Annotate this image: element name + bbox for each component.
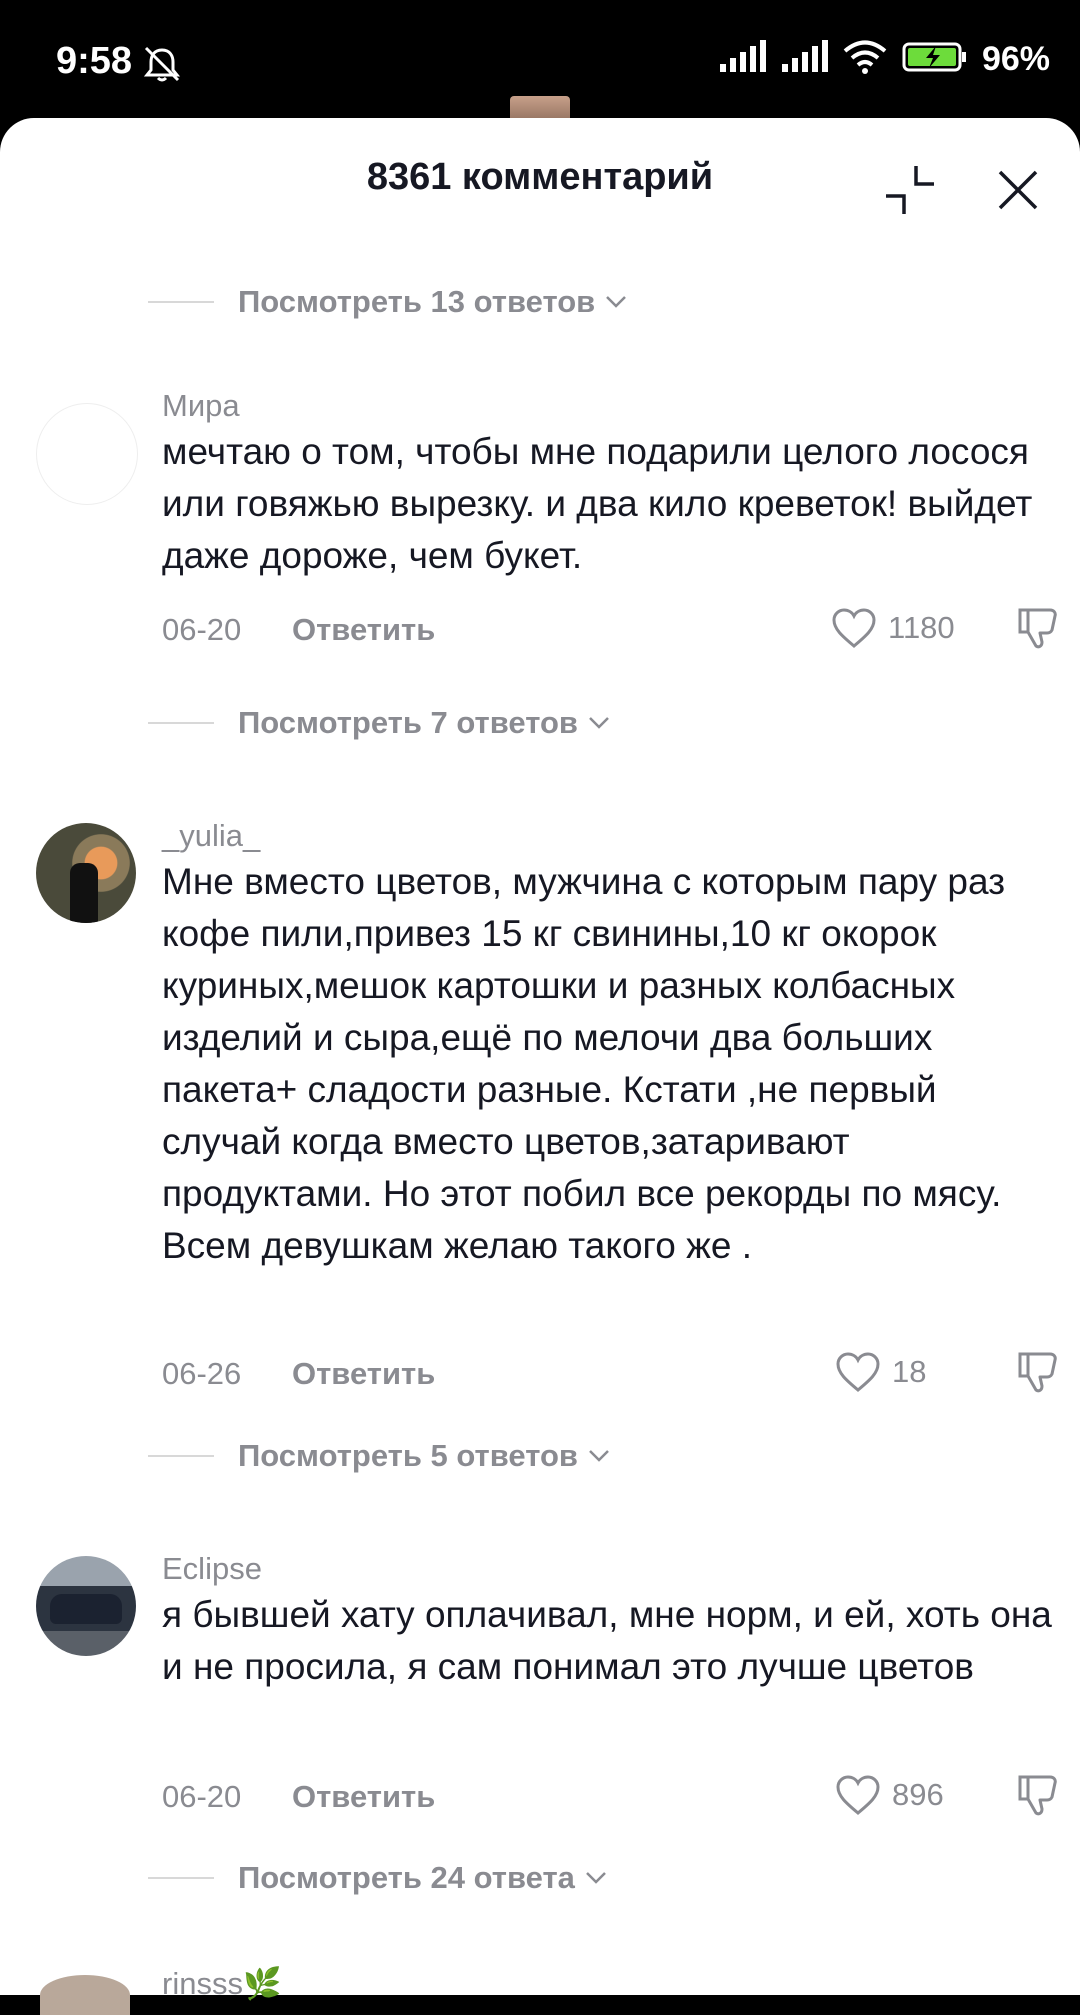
avatar[interactable] xyxy=(36,823,136,923)
like-button[interactable]: 896 xyxy=(834,1773,944,1817)
comment-username[interactable]: rinsss🌿 xyxy=(162,1965,282,2002)
view-replies-label: Посмотреть 5 ответов xyxy=(238,1438,578,1473)
heart-icon xyxy=(836,1775,880,1815)
collapse-icon xyxy=(886,166,934,214)
divider xyxy=(148,722,214,724)
dislike-button[interactable] xyxy=(1014,1771,1062,1824)
comment-text: мечтаю о том, чтобы мне подарили целого … xyxy=(162,431,1033,576)
wifi-icon xyxy=(842,40,888,79)
like-count: 18 xyxy=(892,1354,927,1389)
view-replies-button[interactable]: Посмотреть 13 ответов xyxy=(148,277,627,327)
heart-icon xyxy=(832,608,876,648)
close-button[interactable] xyxy=(990,162,1046,218)
comment-username[interactable]: Мира xyxy=(162,388,240,424)
divider xyxy=(148,301,214,303)
reply-button[interactable]: Ответить xyxy=(292,612,435,648)
comment-text: я бывшей хату оплачивал, мне норм, и ей,… xyxy=(162,1594,1052,1687)
collapse-button[interactable] xyxy=(882,162,938,218)
reply-button[interactable]: Ответить xyxy=(292,1779,435,1815)
avatar[interactable] xyxy=(36,1556,136,1656)
close-icon xyxy=(998,170,1038,210)
like-button[interactable]: 1180 xyxy=(830,606,955,650)
status-bar: 9:58 96% xyxy=(0,0,1080,130)
battery-percent: 96% xyxy=(981,40,1050,78)
avatar[interactable] xyxy=(40,1975,130,2015)
reply-button[interactable]: Ответить xyxy=(292,1356,435,1392)
thumbs-down-icon xyxy=(1018,608,1057,649)
like-count: 896 xyxy=(892,1777,944,1812)
battery-charging-icon xyxy=(902,41,968,78)
chevron-down-icon xyxy=(606,296,627,308)
heart-icon xyxy=(836,1352,880,1392)
like-count: 1180 xyxy=(888,610,955,645)
view-replies-button[interactable]: Посмотреть 5 ответов xyxy=(148,1431,610,1481)
divider xyxy=(148,1877,214,1879)
divider xyxy=(148,1455,214,1457)
chevron-down-icon xyxy=(589,717,609,729)
signal-icon xyxy=(780,40,828,79)
comment-date: 06-20 xyxy=(162,1779,242,1814)
thumbs-down-icon xyxy=(1018,1352,1057,1393)
sheet-header: 8361 комментарий xyxy=(0,118,1080,236)
dislike-button[interactable] xyxy=(1014,604,1062,657)
avatar[interactable] xyxy=(36,403,138,505)
chevron-down-icon xyxy=(589,1450,609,1462)
thumbs-down-icon xyxy=(1018,1775,1057,1816)
comments-sheet: 8361 комментарий Посмотреть 13 ответов М… xyxy=(0,118,1080,1995)
view-replies-button[interactable]: Посмотреть 24 ответа xyxy=(148,1853,607,1903)
comment-meta: 06-20 Ответить 1180 xyxy=(162,606,1057,656)
comment-meta: 06-26 Ответить 18 xyxy=(162,1350,1057,1400)
comment-username[interactable]: _yulia_ xyxy=(162,818,260,854)
comment-username[interactable]: Eclipse xyxy=(162,1551,262,1587)
like-button[interactable]: 18 xyxy=(834,1350,926,1394)
chevron-down-icon xyxy=(586,1872,606,1884)
signal-icon xyxy=(718,40,766,79)
mute-icon xyxy=(140,44,184,89)
dislike-button[interactable] xyxy=(1014,1348,1062,1401)
view-replies-label: Посмотреть 7 ответов xyxy=(238,705,578,740)
view-replies-button[interactable]: Посмотреть 7 ответов xyxy=(148,698,610,748)
comment-text: Мне вместо цветов, мужчина с которым пар… xyxy=(162,861,1006,1266)
comment-date: 06-26 xyxy=(162,1356,242,1391)
view-replies-label: Посмотреть 13 ответов xyxy=(238,284,596,319)
view-replies-label: Посмотреть 24 ответа xyxy=(238,1860,575,1895)
comment-meta: 06-20 Ответить 896 xyxy=(162,1773,1057,1823)
comment-date: 06-20 xyxy=(162,612,242,647)
status-time: 9:58 xyxy=(56,40,133,82)
